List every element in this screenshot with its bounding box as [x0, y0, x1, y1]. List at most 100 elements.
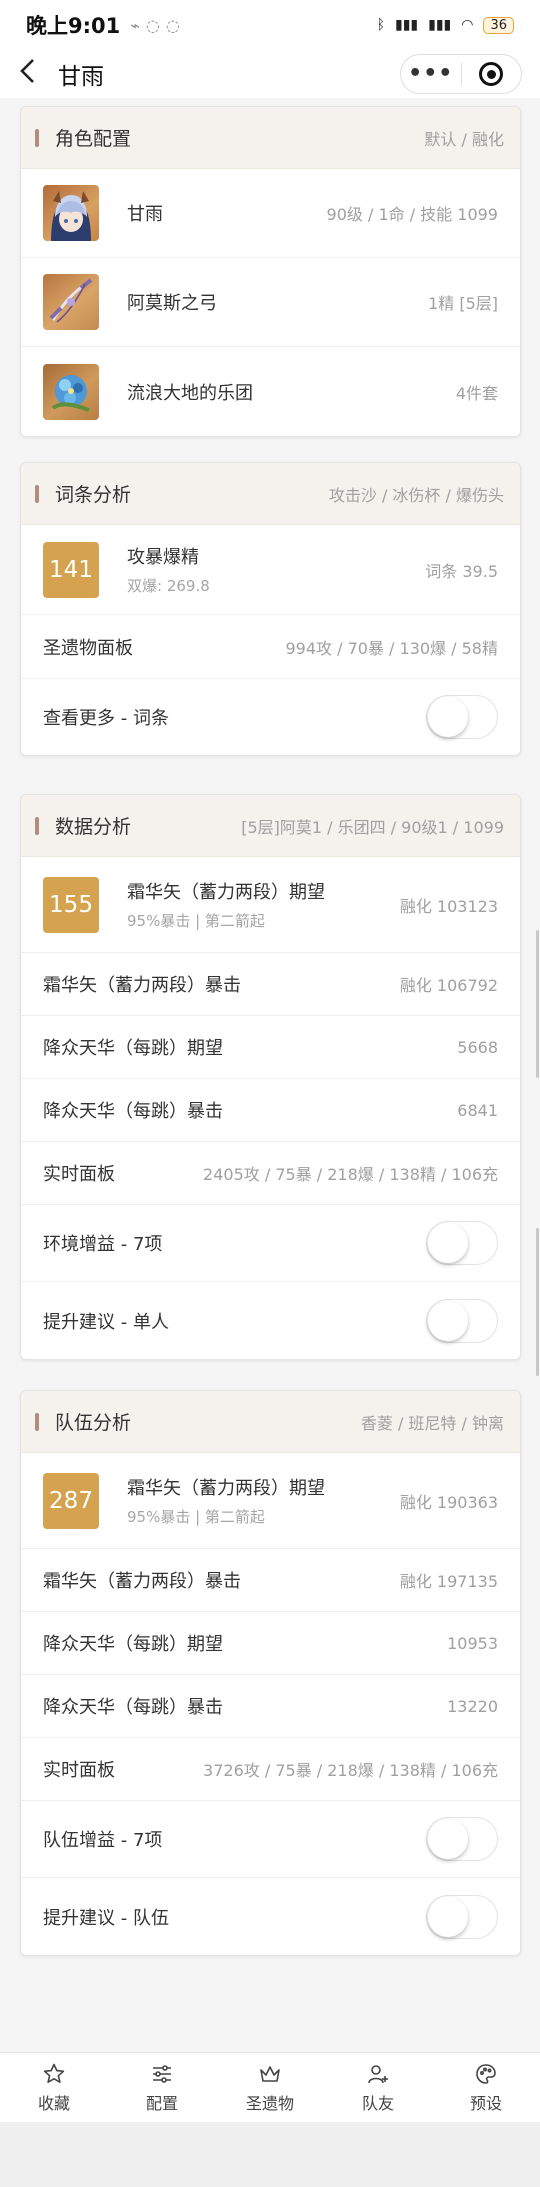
row-label: 降众天华（每跳）期望	[43, 1634, 223, 1655]
score-badge: 155	[43, 876, 99, 933]
row-value: 994攻 / 70暴 / 130爆 / 58精	[285, 638, 499, 658]
status-time: 晚上9:01	[26, 14, 121, 38]
row-label: 霜华矢（蓄力两段）暴击	[43, 1571, 241, 1592]
status-bar: 晚上9:01 ⌁◌◌ ᛒ ▮▮▮ ▮▮▮ ◠ 36	[0, 0, 540, 50]
score-value: 词条 39.5	[425, 561, 498, 581]
data-row[interactable]: 霜华矢（蓄力两段）暴击 融化 106792	[21, 953, 520, 1016]
row-label: 提升建议 - 单人	[43, 1311, 169, 1333]
card-subtitle: 默认 / 融化	[424, 129, 504, 149]
signal-icon: ▮▮▮	[394, 17, 419, 33]
target-icon	[479, 62, 504, 86]
nav-bar: 甘雨 •••	[0, 50, 540, 98]
row-label: 查看更多 - 词条	[43, 708, 169, 729]
close-miniapp-button[interactable]	[462, 62, 522, 86]
weapon-row[interactable]: 阿莫斯之弓 1精 [5层]	[21, 258, 520, 347]
row-label: 降众天华（每跳）期望	[43, 1038, 223, 1059]
card-header[interactable]: 角色配置 默认 / 融化	[21, 107, 520, 169]
artifact-set-detail: 4件套	[455, 383, 498, 403]
score-text: 霜华矢（蓄力两段）期望 95%暴击 | 第二箭起	[127, 878, 325, 931]
data-analysis-card: 数据分析 [5层]阿莫1 / 乐团四 / 90级1 / 1099 155 霜华矢…	[20, 794, 521, 1360]
character-detail: 90级 / 1命 / 技能 1099	[326, 205, 498, 224]
card-title: 词条分析	[55, 484, 132, 506]
scroll-indicator	[536, 1228, 539, 1376]
row-value: 融化 197135	[399, 1572, 498, 1591]
accent-bar	[35, 816, 39, 835]
bluetooth-icon: ᛒ	[376, 17, 385, 33]
wifi-icon: ◠	[461, 17, 474, 33]
accent-bar	[35, 128, 39, 147]
page-title: 甘雨	[58, 64, 104, 90]
row-label: 实时面板	[43, 1164, 115, 1185]
chevron-left-icon[interactable]	[18, 58, 42, 90]
tab-label: 配置	[145, 2093, 178, 2113]
team-buff-toggle-row: 队伍增益 - 7项	[21, 1801, 520, 1878]
team-suggestion-toggle-row: 提升建议 - 队伍	[21, 1878, 520, 1955]
row-label: 降众天华（每跳）暴击	[43, 1101, 223, 1122]
env-buff-toggle[interactable]	[426, 1221, 498, 1265]
row-value: 10953	[447, 1633, 498, 1653]
row-value: 2405攻 / 75暴 / 218爆 / 138精 / 106充	[203, 1165, 498, 1184]
suggestion-toggle-row: 提升建议 - 单人	[21, 1282, 520, 1359]
tab-favorites[interactable]: 收藏	[0, 2053, 108, 2122]
row-value: 融化 106792	[399, 976, 498, 995]
tab-label: 队友	[361, 2093, 394, 2113]
signal-icon-2: ▮▮▮	[428, 17, 452, 33]
card-subtitle: 香菱 / 班尼特 / 钟离	[360, 1413, 504, 1433]
team-suggestion-toggle[interactable]	[426, 1894, 498, 1939]
card-header[interactable]: 词条分析 攻击沙 / 冰伤杯 / 爆伤头	[21, 463, 520, 525]
row-value: 5668	[457, 1037, 498, 1057]
score-row[interactable]: 141 攻暴爆精 双爆: 269.8 词条 39.5	[21, 525, 520, 615]
tab-presets[interactable]: 预设	[432, 2053, 540, 2122]
scroll-indicator	[536, 930, 539, 1078]
artifact-set-row[interactable]: 流浪大地的乐团 4件套	[21, 347, 520, 436]
wanderers-troupe-icon	[43, 363, 99, 420]
score-row[interactable]: 155 霜华矢（蓄力两段）期望 95%暴击 | 第二箭起 融化 103123	[21, 857, 520, 953]
data-row[interactable]: 实时面板 3726攻 / 75暴 / 218爆 / 138精 / 106充	[21, 1738, 520, 1801]
view-more-row: 查看更多 - 词条	[21, 679, 520, 755]
tab-artifacts[interactable]: 圣遗物	[216, 2053, 324, 2122]
sliders-icon	[150, 2062, 174, 2086]
tab-label: 圣遗物	[245, 2093, 294, 2113]
score-text: 攻暴爆精 双爆: 269.8	[127, 543, 210, 596]
row-label: 霜华矢（蓄力两段）暴击	[43, 975, 241, 996]
character-row[interactable]: 甘雨 90级 / 1命 / 技能 1099	[21, 169, 520, 258]
tab-label: 预设	[469, 2093, 502, 2113]
data-row[interactable]: 降众天华（每跳）暴击 6841	[21, 1079, 520, 1142]
buff-toggle-row: 环境增益 - 7项	[21, 1205, 520, 1282]
weapon-detail: 1精 [5层]	[428, 294, 498, 313]
crown-icon	[258, 2062, 282, 2086]
miniapp-capsule: •••	[400, 54, 522, 94]
score-subtitle: 双爆: 269.8	[127, 577, 210, 595]
card-header[interactable]: 数据分析 [5层]阿莫1 / 乐团四 / 90级1 / 1099	[21, 795, 520, 857]
card-header[interactable]: 队伍分析 香菱 / 班尼特 / 钟离	[21, 1391, 520, 1453]
tab-config[interactable]: 配置	[108, 2053, 216, 2122]
stat-analysis-card: 词条分析 攻击沙 / 冰伤杯 / 爆伤头 141 攻暴爆精 双爆: 269.8 …	[20, 462, 521, 756]
team-buff-toggle[interactable]	[426, 1817, 498, 1861]
status-right-icons: ᛒ ▮▮▮ ▮▮▮ ◠ 36	[376, 16, 514, 34]
data-row[interactable]: 降众天华（每跳）暴击 13220	[21, 1675, 520, 1738]
palette-icon	[474, 2062, 498, 2086]
data-row[interactable]: 实时面板 2405攻 / 75暴 / 218爆 / 138精 / 106充	[21, 1142, 520, 1205]
more-menu-button[interactable]: •••	[401, 63, 461, 85]
data-row[interactable]: 降众天华（每跳）期望 10953	[21, 1612, 520, 1675]
solo-suggestion-toggle[interactable]	[426, 1298, 498, 1343]
artifact-panel-row[interactable]: 圣遗物面板 994攻 / 70暴 / 130爆 / 58精	[21, 615, 520, 679]
score-title: 攻暴爆精	[127, 547, 199, 568]
role-config-card: 角色配置 默认 / 融化 甘雨 90级 / 1命 / 技能 1099 阿莫斯之弓…	[20, 106, 521, 437]
amos-bow-icon	[43, 274, 99, 330]
row-label: 环境增益 - 7项	[43, 1234, 163, 1255]
score-title: 霜华矢（蓄力两段）期望	[127, 882, 325, 903]
card-title: 队伍分析	[55, 1412, 132, 1434]
status-notification-icons: ⌁◌◌	[130, 15, 186, 35]
battery-icon: 36	[483, 16, 514, 34]
tab-teammates[interactable]: 队友	[324, 2053, 432, 2122]
data-row[interactable]: 霜华矢（蓄力两段）暴击 融化 197135	[21, 1549, 520, 1612]
user-plus-icon	[366, 2062, 390, 2086]
card-subtitle: [5层]阿莫1 / 乐团四 / 90级1 / 1099	[241, 817, 504, 837]
score-row[interactable]: 287 霜华矢（蓄力两段）期望 95%暴击 | 第二箭起 融化 190363	[21, 1453, 520, 1549]
score-title: 霜华矢（蓄力两段）期望	[127, 1478, 325, 1499]
data-row[interactable]: 降众天华（每跳）期望 5668	[21, 1016, 520, 1079]
score-value: 融化 103123	[399, 896, 498, 916]
view-more-toggle[interactable]	[426, 695, 498, 739]
row-label: 降众天华（每跳）暴击	[43, 1697, 223, 1718]
